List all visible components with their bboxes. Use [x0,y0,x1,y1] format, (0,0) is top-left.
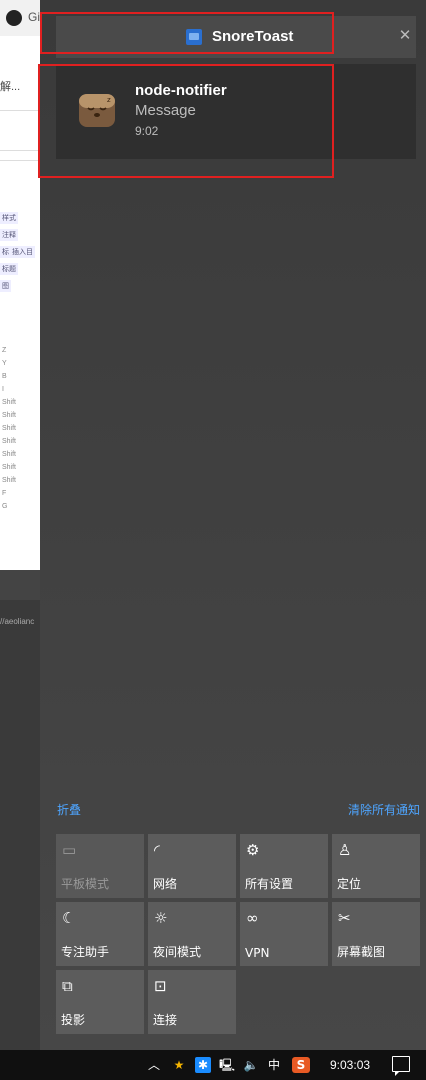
night-light-icon: ☼ [154,909,168,927]
tile-screenshot[interactable]: ✂ 屏幕截图 [332,902,420,966]
background-key: Shift [2,451,17,458]
location-icon: ♙ [338,841,352,859]
tile-label: VPN [245,946,270,960]
tile-label: 专注助手 [61,945,110,959]
tile-network[interactable]: ◜ 网络 [148,834,236,898]
background-key: Shift [2,425,17,432]
background-tag: 插入目 [10,246,35,258]
moon-icon: ☾ [62,909,76,927]
taskbar-clock[interactable]: 9:03:03 [330,1058,370,1072]
background-key: G [2,503,8,510]
tile-label: 夜间模式 [153,945,202,959]
app-name: SnoreToast [212,28,294,45]
background-tab-bar: Gi [0,0,40,36]
tile-label: 网络 [153,877,178,891]
background-key: Shift [2,477,17,484]
background-tag: 标题 [0,263,18,275]
collapse-link[interactable]: 折叠 [57,801,81,818]
background-key: Z [2,347,7,354]
tile-label: 屏幕截图 [337,945,386,959]
action-center-icon[interactable] [392,1056,410,1076]
background-key: Y [2,360,7,367]
project-icon: ⧉ [62,977,73,995]
background-url: //aeolianc [0,617,35,626]
tile-all-settings[interactable]: ⚙ 所有设置 [240,834,328,898]
tile-label: 连接 [153,1013,178,1027]
notification-toast[interactable]: z node-notifier Message 9:02 [56,64,416,159]
background-tag: 样式 [0,212,18,224]
snoretoast-app-icon [186,29,202,45]
background-tab-title: Gi [28,10,40,24]
tile-label: 投影 [61,1013,86,1027]
background-key: Shift [2,399,17,406]
background-key: I [2,386,4,393]
background-text: 解... [0,81,21,93]
action-center-panel: SnoreToast ✕ z node-notifier Message 9:0… [40,0,426,1050]
notification-time: 9:02 [135,124,159,138]
background-key: Shift [2,464,17,471]
sogou-ime-icon[interactable]: S [292,1057,310,1073]
tile-label: 所有设置 [245,877,294,891]
gear-icon: ⚙ [246,841,260,859]
tile-label: 平板模式 [61,877,110,891]
close-icon[interactable]: ✕ [394,24,416,46]
taskbar: ︿ ★ ✱ 🖳 🔈 中 S 9:03:03 [0,1050,426,1080]
tile-night-light[interactable]: ☼ 夜间模式 [148,902,236,966]
ime-indicator[interactable]: 中 [266,1055,282,1075]
svg-text:z: z [107,96,111,104]
tile-connect[interactable]: ⊡ 连接 [148,970,236,1034]
tile-label: 定位 [337,877,362,891]
background-key: F [2,490,7,497]
tablet-mode-icon: ▭ [62,841,77,859]
tile-focus-assist[interactable]: ☾ 专注助手 [56,902,144,966]
network-tray-icon[interactable]: 🖳 [218,1055,236,1075]
network-icon: ◜ [154,841,160,859]
chevron-up-icon[interactable]: ︿ [146,1055,162,1075]
tile-tablet-mode[interactable]: ▭ 平板模式 [56,834,144,898]
background-tag: 注释 [0,229,18,241]
background-tag: 标 [0,246,11,258]
notification-message: Message [135,102,196,119]
star-tray-icon[interactable]: ★ [170,1055,188,1075]
volume-icon[interactable]: 🔈 [242,1055,260,1075]
background-key: Shift [2,438,17,445]
github-icon [6,10,22,26]
app-tray-icon[interactable]: ✱ [195,1057,211,1073]
tile-vpn[interactable]: ∞ VPN [240,902,328,966]
tile-location[interactable]: ♙ 定位 [332,834,420,898]
toast-app-icon: z [79,94,115,127]
notification-title: node-notifier [135,82,227,99]
tile-project[interactable]: ⧉ 投影 [56,970,144,1034]
background-window: Gi 解... 样式 注释 插入目 标 标题 图 Z Y B I Shift S… [0,0,40,1050]
clear-all-notifications-link[interactable]: 清除所有通知 [348,801,420,818]
vpn-icon: ∞ [246,909,259,927]
notification-app-header[interactable]: SnoreToast ✕ [56,16,416,58]
connect-icon: ⊡ [154,977,167,995]
screenshot-icon: ✂ [338,909,351,927]
background-key: B [2,373,7,380]
background-key: Shift [2,412,17,419]
background-tag: 图 [0,280,11,292]
